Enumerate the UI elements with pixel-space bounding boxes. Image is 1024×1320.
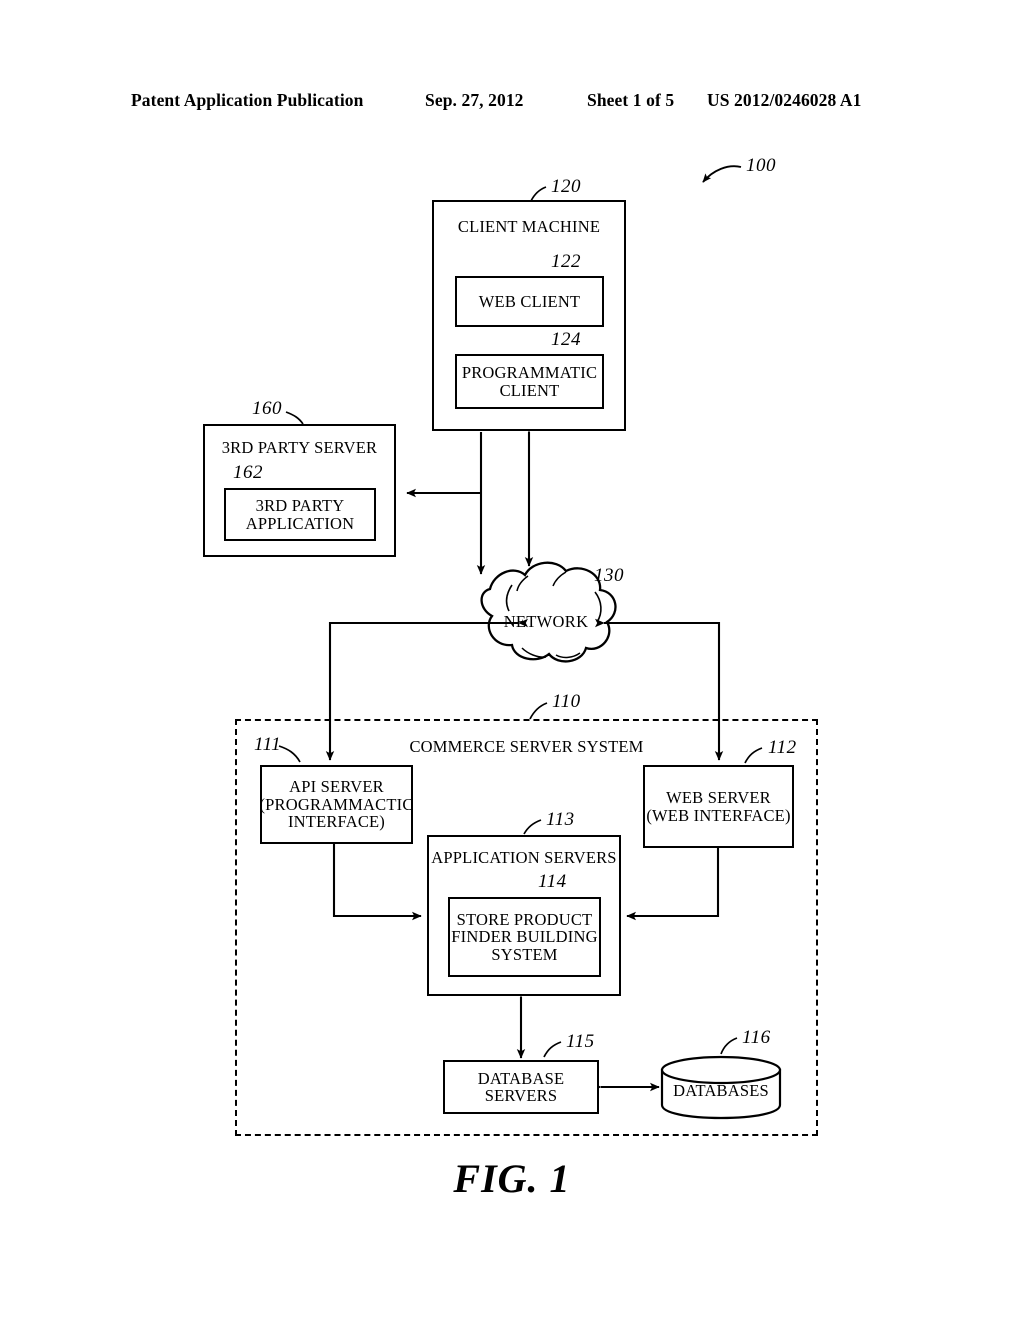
programmatic-client-box: PROGRAMMATIC CLIENT <box>455 354 604 409</box>
ref-commerce-server-system: 110 <box>552 691 581 712</box>
web-client-label: WEB CLIENT <box>478 291 581 311</box>
header-publication-label: Patent Application Publication <box>131 89 364 110</box>
databases-label: DATABASES <box>673 1081 769 1100</box>
ref-database-servers: 115 <box>566 1031 595 1052</box>
api-server-box: API SERVER (PROGRAMMACTIC INTERFACE) <box>259 765 414 844</box>
ref-store-product-finder: 114 <box>538 871 567 892</box>
third-party-application-label: 3RD PARTY APPLICATION <box>245 496 355 533</box>
database-servers-box: DATABASE SERVERS <box>443 1060 599 1114</box>
web-server-label: WEB SERVER (WEB INTERFACE) <box>646 788 791 825</box>
figure-caption: FIG. 1 <box>453 1156 571 1201</box>
header-sheet: Sheet 1 of 5 <box>587 89 675 110</box>
web-server-box: WEB SERVER (WEB INTERFACE) <box>643 765 794 848</box>
store-product-finder-building-system-label: STORE PRODUCT FINDER BUILDING SYSTEM <box>451 909 598 964</box>
api-server-label: API SERVER (PROGRAMMACTIC INTERFACE) <box>259 777 414 832</box>
third-party-server-label: 3RD PARTY SERVER <box>221 438 378 457</box>
ref-client-machine: 120 <box>551 176 581 197</box>
ref-web-server: 112 <box>768 737 797 758</box>
ref-third-party-application: 162 <box>233 462 263 483</box>
ref-api-server: 111 <box>254 734 282 755</box>
ref-application-servers: 113 <box>546 809 575 830</box>
network-label: NETWORK <box>503 612 589 631</box>
web-client-box: WEB CLIENT <box>455 276 604 327</box>
client-machine-label: CLIENT MACHINE <box>457 217 601 236</box>
ref-network: 130 <box>594 565 624 586</box>
ref-web-client: 122 <box>551 251 581 272</box>
patent-figure-page: Patent Application Publication Sep. 27, … <box>0 0 1024 1320</box>
ref-third-party-server: 160 <box>252 398 282 419</box>
database-servers-label: DATABASE SERVERS <box>477 1068 565 1105</box>
header-date: Sep. 27, 2012 <box>425 89 524 110</box>
third-party-application-box: 3RD PARTY APPLICATION <box>224 488 376 541</box>
programmatic-client-label: PROGRAMMATIC CLIENT <box>461 363 598 400</box>
ref-programmatic-client: 124 <box>551 329 581 350</box>
ref-system-100: 100 <box>746 155 776 176</box>
publication-header: Patent Application Publication Sep. 27, … <box>0 86 1024 114</box>
application-servers-label: APPLICATION SERVERS <box>431 848 617 867</box>
header-publication-number: US 2012/0246028 A1 <box>707 89 862 110</box>
commerce-server-system-label: COMMERCE SERVER SYSTEM <box>409 737 644 756</box>
store-product-finder-building-system-box: STORE PRODUCT FINDER BUILDING SYSTEM <box>448 897 601 977</box>
ref-databases: 116 <box>742 1027 771 1048</box>
